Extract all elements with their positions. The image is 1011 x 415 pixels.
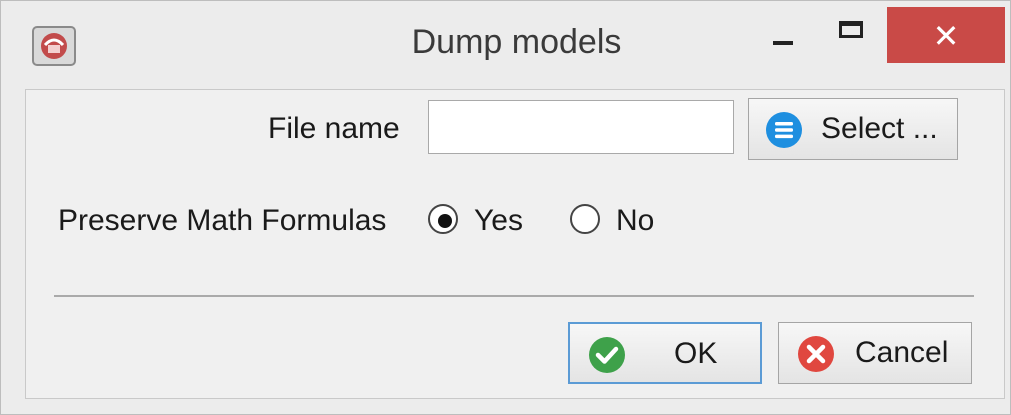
close-icon: ✕ xyxy=(932,18,960,54)
dialog-content: File name Select ... Preserve Math Formu… xyxy=(25,89,1005,399)
file-name-label: File name xyxy=(268,112,400,145)
cancel-button-label: Cancel xyxy=(855,336,949,369)
check-icon xyxy=(589,337,625,373)
ok-button-label: OK xyxy=(674,337,718,370)
cancel-icon xyxy=(798,336,834,372)
file-name-input[interactable] xyxy=(428,100,734,154)
radio-circle xyxy=(570,204,600,234)
preserve-math-formulas-label: Preserve Math Formulas xyxy=(58,204,387,237)
radio-no-label: No xyxy=(616,204,655,237)
minimize-icon xyxy=(773,41,793,45)
radio-yes[interactable]: Yes xyxy=(428,202,558,242)
radio-no[interactable]: No xyxy=(570,202,680,242)
maximize-icon xyxy=(839,21,863,38)
select-button-label: Select ... xyxy=(821,112,938,145)
separator xyxy=(54,295,974,297)
close-button[interactable]: ✕ xyxy=(887,7,1005,63)
list-icon xyxy=(766,112,802,148)
radio-selected-dot xyxy=(438,214,452,228)
minimize-button[interactable] xyxy=(753,7,811,63)
ok-button[interactable]: OK xyxy=(568,322,762,384)
radio-yes-label: Yes xyxy=(474,204,523,237)
cancel-button[interactable]: Cancel xyxy=(778,322,972,384)
title-bar[interactable]: Dump models ✕ xyxy=(1,1,1010,89)
dialog-window: Dump models ✕ File name Select ... Prese… xyxy=(0,0,1011,415)
maximize-button[interactable] xyxy=(819,7,881,63)
select-button[interactable]: Select ... xyxy=(748,98,958,160)
radio-circle xyxy=(428,204,458,234)
